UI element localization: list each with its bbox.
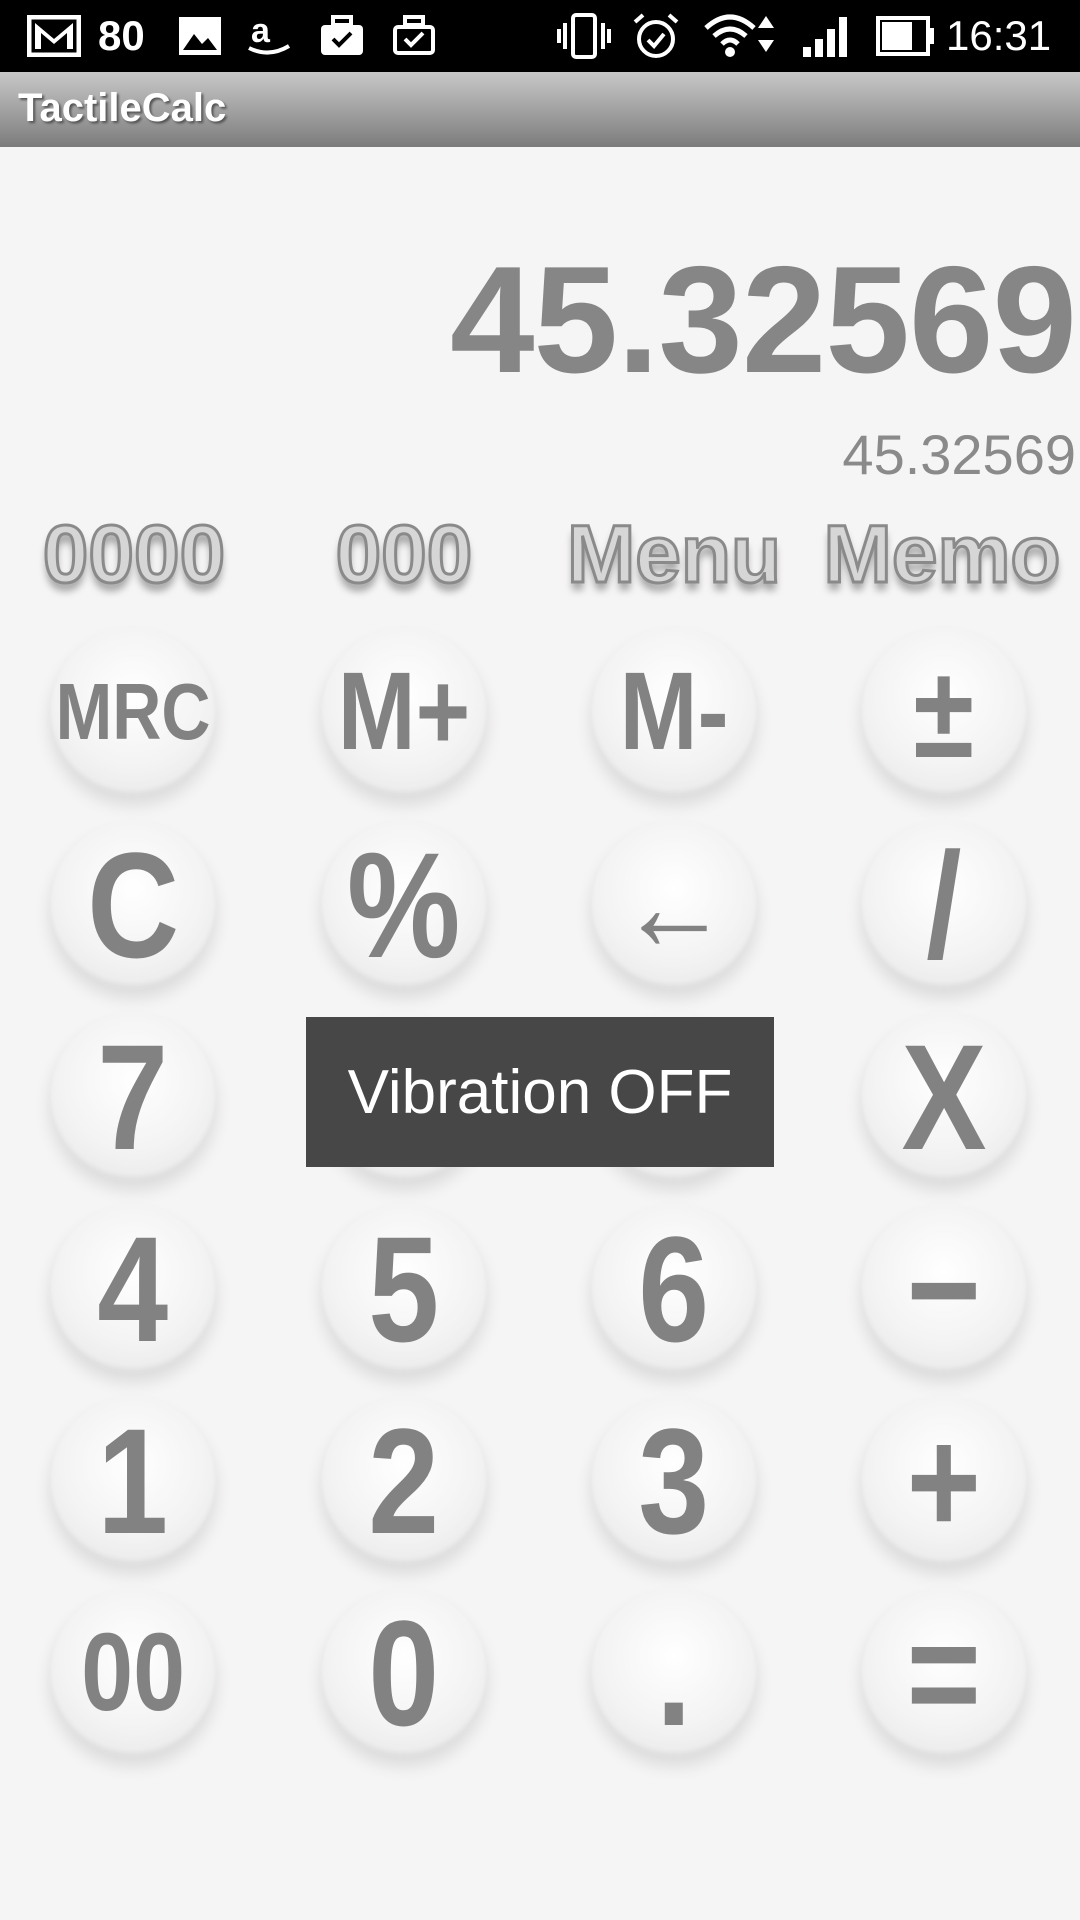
memory-subtract-label: M- <box>619 650 729 773</box>
memory-add-label: M+ <box>337 650 471 773</box>
gmail-icon <box>26 12 82 60</box>
notification-count: 80 <box>98 12 145 59</box>
digit-4-button[interactable]: 4 <box>49 1205 217 1373</box>
digit-0-label: 0 <box>368 1589 440 1757</box>
digit-5-button[interactable]: 5 <box>320 1205 488 1373</box>
wifi-icon <box>704 12 784 60</box>
add-label: + <box>906 1397 982 1565</box>
digit-7-label: 7 <box>97 1013 169 1181</box>
equals-label: = <box>906 1589 982 1757</box>
result-display: 45.32569 <box>450 235 1077 405</box>
digit-7-button[interactable]: 7 <box>49 1013 217 1181</box>
clear-button[interactable]: C <box>49 821 217 989</box>
digit-2-button[interactable]: 2 <box>320 1397 488 1565</box>
menu-button[interactable]: Menu <box>544 505 804 605</box>
amazon-icon: a <box>244 12 294 60</box>
toast: Vibration OFF <box>306 1017 774 1167</box>
memory-subtract-button[interactable]: M- <box>590 628 758 796</box>
plus-minus-button[interactable]: ± <box>860 628 1028 796</box>
divide-label: / <box>926 821 962 989</box>
digit-1-button[interactable]: 1 <box>49 1397 217 1565</box>
digit-3-label: 3 <box>638 1397 710 1565</box>
status-time: 16:31 <box>946 12 1052 59</box>
digit-2-label: 2 <box>368 1397 440 1565</box>
briefcase-check-icon-2 <box>390 12 438 60</box>
clear-label: C <box>86 821 180 989</box>
signal-icon <box>800 12 854 60</box>
digit-6-label: 6 <box>638 1205 710 1373</box>
double-zero-label: 00 <box>80 1611 185 1734</box>
image-icon <box>176 12 224 60</box>
subtract-button[interactable]: − <box>860 1205 1028 1373</box>
decimal-button[interactable]: . <box>590 1589 758 1757</box>
percent-label: % <box>347 821 461 989</box>
digit-1-label: 1 <box>97 1397 169 1565</box>
decimal-label: . <box>656 1589 692 1757</box>
multiply-button[interactable]: X <box>860 1013 1028 1181</box>
digit-0-button[interactable]: 0 <box>320 1589 488 1757</box>
app-title: TactileCalc <box>18 86 227 130</box>
status-bar: 80 a 16:31 <box>0 0 1080 72</box>
quad-zero-button[interactable]: 0000 <box>4 505 264 605</box>
digit-3-button[interactable]: 3 <box>590 1397 758 1565</box>
multiply-label: X <box>901 1013 987 1181</box>
triple-zero-button[interactable]: 000 <box>274 505 534 605</box>
digit-4-label: 4 <box>97 1205 169 1373</box>
plus-minus-label: ± <box>913 639 975 785</box>
double-zero-button[interactable]: 00 <box>49 1589 217 1757</box>
equals-button[interactable]: = <box>860 1589 1028 1757</box>
percent-button[interactable]: % <box>320 821 488 989</box>
subtract-label: − <box>906 1205 982 1373</box>
mrc-label: MRC <box>55 667 211 756</box>
battery-icon <box>876 12 936 60</box>
app-title-bar: TactileCalc <box>0 72 1080 147</box>
toast-message: Vibration OFF <box>347 1057 733 1127</box>
expression-display: 45.32569 <box>842 423 1076 486</box>
svg-text:a: a <box>251 12 271 50</box>
alarm-icon <box>630 12 682 60</box>
vibrate-icon <box>556 12 612 60</box>
add-button[interactable]: + <box>860 1397 1028 1565</box>
digit-6-button[interactable]: 6 <box>590 1205 758 1373</box>
memo-button[interactable]: Memo <box>812 505 1072 605</box>
backspace-icon: ← <box>618 832 730 978</box>
divide-button[interactable]: / <box>860 821 1028 989</box>
briefcase-check-icon <box>318 12 366 60</box>
memory-add-button[interactable]: M+ <box>320 628 488 796</box>
mrc-button[interactable]: MRC <box>49 628 217 796</box>
digit-5-label: 5 <box>368 1205 440 1373</box>
backspace-button[interactable]: ← <box>590 821 758 989</box>
